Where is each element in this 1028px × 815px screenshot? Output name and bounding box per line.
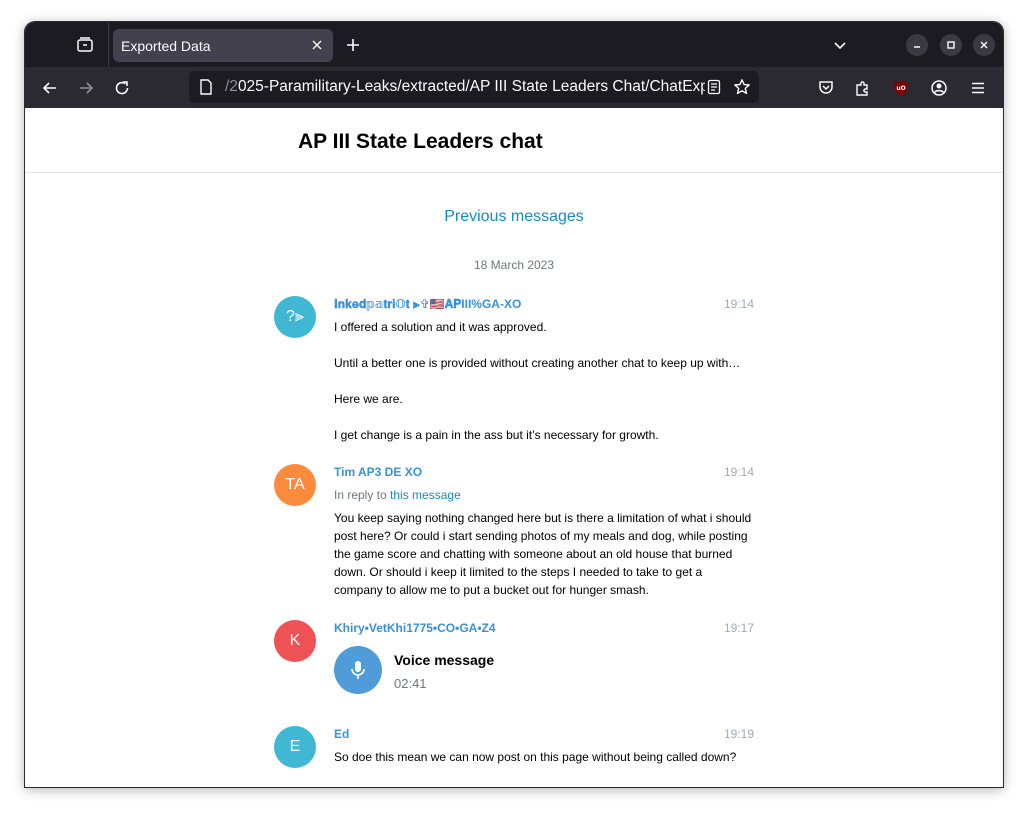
tab-list-icon[interactable] bbox=[73, 33, 97, 57]
message-time: 19:17 bbox=[723, 621, 754, 635]
avatar: E bbox=[274, 726, 316, 768]
page-header: AP III State Leaders chat bbox=[25, 108, 1003, 173]
browser-window: Exported Data /2025-Paramilitary-Leaks/e… bbox=[25, 22, 1003, 787]
reader-view-icon[interactable] bbox=[705, 78, 723, 96]
arrow-left-icon[interactable] bbox=[37, 75, 63, 101]
navigation-toolbar: /2025-Paramilitary-Leaks/extracted/AP II… bbox=[25, 67, 1003, 108]
date-separator: 18 March 2023 bbox=[473, 258, 555, 272]
tab-exported-data[interactable]: Exported Data bbox=[113, 29, 333, 62]
url-bar[interactable]: /2025-Paramilitary-Leaks/extracted/AP II… bbox=[189, 71, 759, 103]
message-paragraph: Until a better one is provided without c… bbox=[334, 356, 741, 370]
message-time: 19:14 bbox=[723, 297, 754, 311]
minimize-icon[interactable] bbox=[906, 34, 928, 56]
avatar: ?⫸ bbox=[274, 296, 316, 338]
hamburger-menu-icon[interactable] bbox=[965, 75, 991, 101]
url-main: 025-Paramilitary-Leaks/extracted/AP III … bbox=[237, 78, 705, 95]
page-icon bbox=[197, 78, 215, 96]
url-text[interactable]: /2025-Paramilitary-Leaks/extracted/AP II… bbox=[225, 78, 705, 98]
voice-message-title: Voice message bbox=[394, 652, 495, 668]
pocket-icon[interactable] bbox=[813, 75, 839, 101]
close-icon[interactable] bbox=[309, 37, 325, 53]
avatar: K bbox=[274, 620, 316, 662]
arrow-right-icon[interactable] bbox=[73, 75, 99, 101]
svg-text:uO: uO bbox=[896, 85, 905, 92]
message-author: Khiry•VetKhi1775•CO•GA•Z4 bbox=[334, 621, 496, 635]
page-content: AP III State Leaders chat Previous messa… bbox=[25, 108, 1003, 787]
reply-to: In reply to this message bbox=[334, 487, 754, 503]
ublock-icon[interactable]: uO bbox=[888, 75, 914, 101]
window-close-icon[interactable] bbox=[973, 34, 995, 56]
message-body: Tim AP3 DE XO 19:14 In reply to this mes… bbox=[334, 464, 754, 599]
puzzle-icon[interactable] bbox=[850, 75, 876, 101]
message-body: Ed 19:19 So doe this mean we can now pos… bbox=[334, 726, 754, 766]
previous-messages-link[interactable]: Previous messages bbox=[25, 208, 1003, 226]
message-author: Tim AP3 DE XO bbox=[334, 465, 423, 479]
message-time: 19:14 bbox=[723, 465, 754, 479]
plus-icon[interactable] bbox=[343, 35, 363, 55]
message-paragraph: Here we are. bbox=[334, 392, 403, 406]
url-prefix: /2 bbox=[225, 78, 238, 95]
tab-strip: Exported Data bbox=[25, 22, 1003, 67]
message-text: You keep saying nothing changed here but… bbox=[334, 511, 752, 597]
account-icon[interactable] bbox=[926, 75, 952, 101]
chevron-down-icon[interactable] bbox=[830, 35, 850, 55]
page-title: AP III State Leaders chat bbox=[298, 130, 543, 153]
message-body: Khiry•VetKhi1775•CO•GA•Z4 19:17 Voice me… bbox=[334, 620, 754, 696]
reply-link[interactable]: this message bbox=[390, 488, 461, 502]
message-author: 𝐈𝐧𝐤𝐞𝐝𝕡𝕒𝐭𝐫𝐢𝕆𝐭 ⫸✞🇺🇸𝐀𝐏ІІІ%GA-XO bbox=[334, 297, 522, 311]
star-icon[interactable] bbox=[733, 78, 751, 96]
avatar: TA bbox=[274, 464, 316, 506]
message-body: 𝐈𝐧𝐤𝐞𝐝𝕡𝕒𝐭𝐫𝐢𝕆𝐭 ⫸✞🇺🇸𝐀𝐏ІІІ%GA-XO 19:14 I off… bbox=[334, 296, 754, 444]
reply-prefix: In reply to bbox=[334, 488, 387, 502]
reload-icon[interactable] bbox=[109, 75, 135, 101]
message-time: 19:19 bbox=[723, 727, 754, 741]
maximize-icon[interactable] bbox=[940, 34, 962, 56]
tab-title: Exported Data bbox=[121, 37, 211, 54]
microphone-icon[interactable] bbox=[334, 646, 382, 694]
voice-message-duration: 02:41 bbox=[394, 676, 427, 691]
message-paragraph: I get change is a pain in the ass but it… bbox=[334, 428, 659, 442]
message-text: I offered a solution and it was approved… bbox=[334, 318, 754, 444]
tab-separator bbox=[108, 22, 109, 67]
message-author: Ed bbox=[334, 727, 350, 741]
message-paragraph: I offered a solution and it was approved… bbox=[334, 320, 547, 334]
voice-message[interactable]: Voice message 02:41 bbox=[334, 646, 754, 696]
message-text: So doe this mean we can now post on this… bbox=[334, 750, 737, 764]
